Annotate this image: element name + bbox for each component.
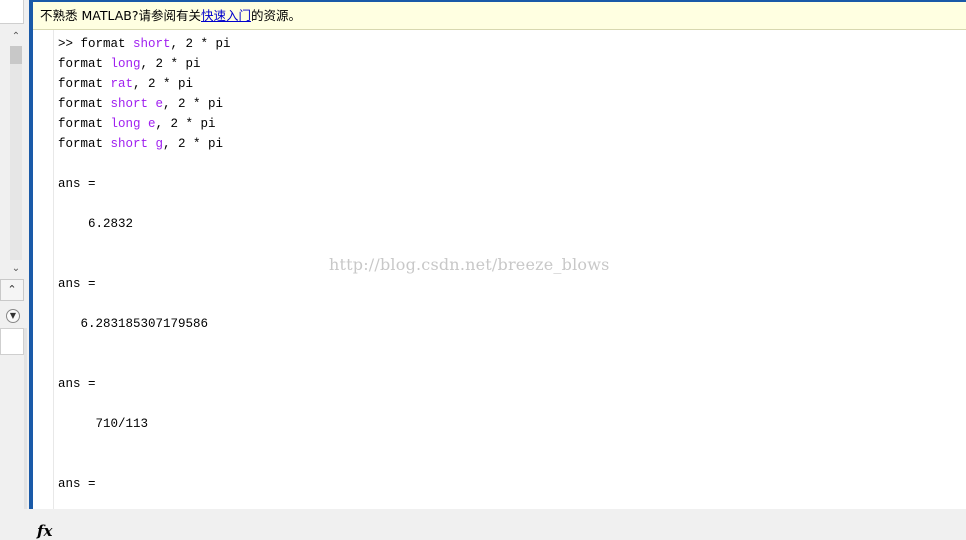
command-text: format <box>58 57 111 71</box>
command-text: , 2 * pi <box>170 37 231 51</box>
left-panel-content <box>0 328 24 355</box>
notice-text: 不熟悉 MATLAB?请参阅有关 <box>40 8 201 23</box>
command-text: , 2 * pi <box>163 137 224 151</box>
scroll-track[interactable] <box>10 46 22 260</box>
command-text: , 2 * pi <box>140 57 201 71</box>
left-panel-header <box>0 0 24 24</box>
command-line: >> format short, 2 * pi <box>58 37 231 51</box>
command-line: format long e, 2 * pi <box>58 117 216 131</box>
command-line: format short g, 2 * pi <box>58 137 223 151</box>
chevron-down-icon[interactable]: ⌄ <box>8 262 24 276</box>
command-text: >> format <box>58 37 134 51</box>
collapse-panel-button[interactable]: ⌃ <box>0 279 24 301</box>
format-keyword: short e <box>110 97 164 111</box>
format-keyword: long <box>110 57 141 71</box>
output-label: ans = <box>58 377 96 391</box>
output-label: ans = <box>58 277 96 291</box>
format-keyword: rat <box>110 77 134 91</box>
command-line: format short e, 2 * pi <box>58 97 223 111</box>
format-keyword: short g <box>110 137 164 151</box>
quick-start-link[interactable]: 快速入门 <box>201 8 251 23</box>
command-text: , 2 * pi <box>133 77 194 91</box>
left-scrollbar[interactable]: ⌃ ⌄ <box>8 30 24 276</box>
command-line: format long, 2 * pi <box>58 57 201 71</box>
chevron-up-icon: ⌃ <box>7 283 17 296</box>
command-text: format <box>58 77 111 91</box>
dropdown-circle-icon[interactable]: ▼ <box>6 309 20 323</box>
output-value: 6.2832 <box>58 217 134 231</box>
output-value: 6.283185307179586 <box>58 317 209 331</box>
fx-icon[interactable]: fx <box>37 522 52 540</box>
command-text: , 2 * pi <box>163 97 224 111</box>
notice-text-end: 的资源。 <box>251 8 302 23</box>
panel-divider[interactable] <box>24 328 27 509</box>
watermark: http://blog.csdn.net/breeze_blows <box>329 255 610 274</box>
format-keyword: short <box>133 37 171 51</box>
command-text: format <box>58 137 111 151</box>
command-text: , 2 * pi <box>155 117 216 131</box>
output-value: 710/113 <box>58 417 149 431</box>
scroll-thumb[interactable] <box>10 46 22 64</box>
command-text: format <box>58 97 111 111</box>
left-panel: ⌃ ⌄ ⌃ ▼ <box>0 0 27 509</box>
console-gutter <box>33 30 54 509</box>
command-text: format <box>58 117 111 131</box>
output-label: ans = <box>58 477 96 491</box>
getting-started-notice: 不熟悉 MATLAB?请参阅有关快速入门的资源。 <box>33 2 966 30</box>
command-line: format rat, 2 * pi <box>58 77 193 91</box>
output-label: ans = <box>58 177 96 191</box>
chevron-up-icon[interactable]: ⌃ <box>8 30 24 44</box>
format-keyword: long e <box>110 117 156 131</box>
